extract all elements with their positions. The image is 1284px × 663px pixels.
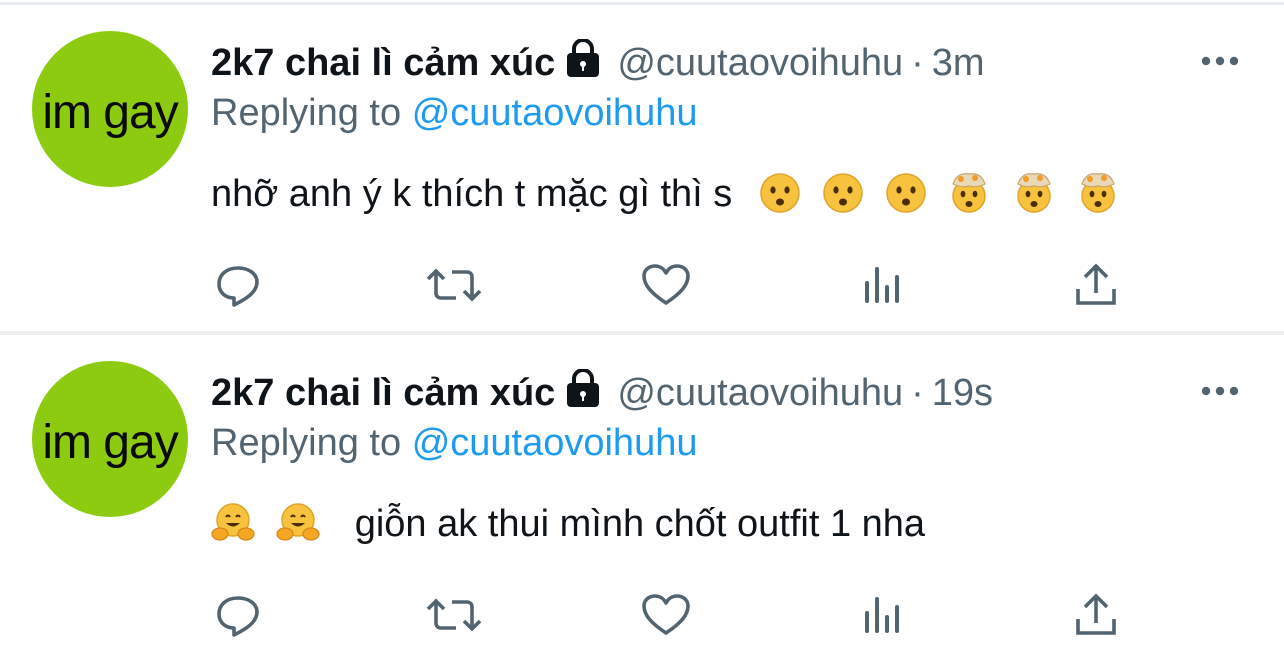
tweet-text-body: nhỡ anh ý k thích t mặc gì thì s	[211, 173, 733, 215]
avatar[interactable]: im gay	[32, 31, 188, 187]
display-name[interactable]: 2k7 chai lì cảm xúc	[211, 372, 555, 414]
tweet[interactable]: im gay 2k7 chai lì cảm xúc @cuutaovoihuhu…	[0, 335, 1284, 663]
frowning-face-icon	[822, 172, 864, 231]
replying-to: Replying to @cuutaovoihuhu	[211, 85, 697, 141]
mention-link[interactable]: @cuutaovoihuhu	[412, 92, 698, 134]
share-icon	[1076, 593, 1116, 635]
like-button[interactable]	[640, 593, 692, 643]
hugging-face-icon	[211, 502, 255, 561]
exploding-head-icon	[1076, 170, 1120, 231]
replying-prefix: Replying to	[211, 92, 402, 134]
reply-button[interactable]	[212, 263, 264, 313]
timestamp[interactable]: 19s	[932, 372, 993, 414]
analytics-button[interactable]	[856, 263, 908, 313]
avatar-text: im gay	[42, 416, 178, 469]
share-button[interactable]	[1070, 593, 1122, 643]
separator: ·	[911, 42, 924, 84]
tweet-header: 2k7 chai lì cảm xúc @cuutaovoihuhu · 19s	[211, 365, 993, 421]
replying-to: Replying to @cuutaovoihuhu	[211, 415, 697, 471]
exploding-head-icon	[947, 170, 991, 231]
tweet[interactable]: im gay 2k7 chai lì cảm xúc @cuutaovoihuhu…	[0, 5, 1284, 335]
tweet-text: giỗn ak thui mình chốt outfit 1 nha	[211, 495, 925, 561]
retweet-icon	[426, 598, 482, 632]
reply-icon	[217, 596, 259, 637]
share-button[interactable]	[1070, 263, 1122, 313]
retweet-button[interactable]	[426, 263, 482, 313]
like-icon	[642, 264, 690, 305]
frowning-face-icon	[885, 172, 927, 231]
avatar[interactable]: im gay	[32, 361, 188, 517]
timestamp[interactable]: 3m	[932, 42, 985, 84]
exploding-head-icon	[1012, 170, 1056, 231]
more-options-icon[interactable]	[1198, 381, 1242, 401]
user-handle[interactable]: @cuutaovoihuhu	[617, 42, 903, 84]
like-icon	[642, 594, 690, 635]
tweet-actions	[0, 593, 1284, 643]
more-options-icon[interactable]	[1198, 51, 1242, 71]
display-name[interactable]: 2k7 chai lì cảm xúc	[211, 42, 555, 84]
analytics-icon	[865, 597, 899, 633]
tweet-actions	[0, 263, 1284, 313]
replying-prefix: Replying to	[211, 422, 402, 464]
analytics-button[interactable]	[856, 593, 908, 643]
like-button[interactable]	[640, 263, 692, 313]
frowning-face-icon	[759, 172, 801, 231]
reply-button[interactable]	[212, 593, 264, 643]
retweet-button[interactable]	[426, 593, 482, 643]
tweet-text-body: giỗn ak thui mình chốt outfit 1 nha	[354, 503, 926, 545]
tweet-header: 2k7 chai lì cảm xúc @cuutaovoihuhu · 3m	[211, 35, 985, 91]
analytics-icon	[865, 267, 899, 303]
reply-icon	[217, 266, 259, 307]
user-handle[interactable]: @cuutaovoihuhu	[617, 372, 903, 414]
share-icon	[1076, 263, 1116, 305]
retweet-icon	[426, 268, 482, 302]
separator: ·	[911, 372, 924, 414]
avatar-text: im gay	[42, 86, 178, 139]
tweet-text: nhỡ anh ý k thích t mặc gì thì s	[211, 165, 1130, 231]
hugging-face-icon	[275, 502, 320, 561]
mention-link[interactable]: @cuutaovoihuhu	[412, 422, 698, 464]
